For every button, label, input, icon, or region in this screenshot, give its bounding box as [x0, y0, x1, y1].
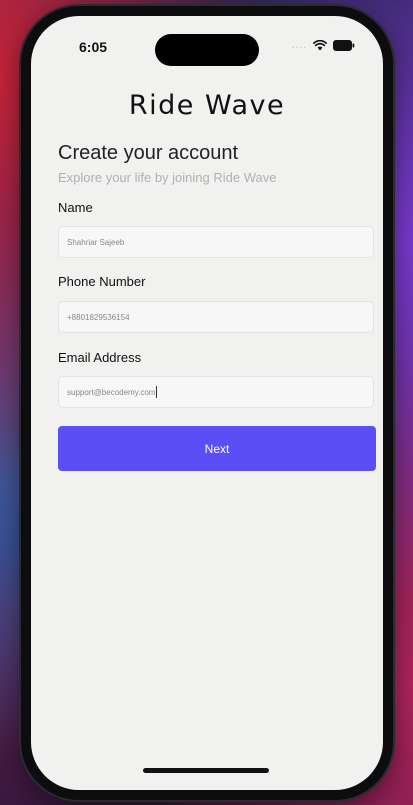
battery-icon — [333, 40, 355, 51]
text-caret — [156, 386, 158, 398]
next-button[interactable]: Next — [58, 426, 376, 471]
email-input-value: support@becodemy.com — [67, 387, 156, 397]
email-label: Email Address — [58, 350, 142, 365]
home-indicator[interactable] — [143, 768, 269, 773]
phone-label: Phone Number — [58, 274, 146, 289]
status-icons: .... — [292, 40, 355, 51]
wifi-icon — [313, 40, 327, 51]
app-screen: 6:05 .... Ride Wave Create your account … — [31, 16, 383, 790]
page-subtitle: Explore your life by joining Ride Wave — [58, 170, 277, 185]
phone-input-value: +8801829536154 — [67, 312, 130, 322]
app-title: Ride Wave — [128, 90, 286, 121]
page-title: Create your account — [58, 142, 239, 164]
status-time: 6:05 — [79, 39, 108, 55]
name-input[interactable]: Shahriar Sajeeb — [58, 226, 374, 258]
signal-icon: .... — [291, 40, 307, 51]
phone-frame: 6:05 .... Ride Wave Create your account … — [21, 6, 393, 800]
email-input[interactable]: support@becodemy.com — [58, 376, 374, 408]
name-label: Name — [58, 200, 93, 215]
phone-input[interactable]: +8801829536154 — [58, 301, 374, 333]
dynamic-island — [155, 34, 259, 66]
name-input-value: Shahriar Sajeeb — [67, 237, 125, 247]
